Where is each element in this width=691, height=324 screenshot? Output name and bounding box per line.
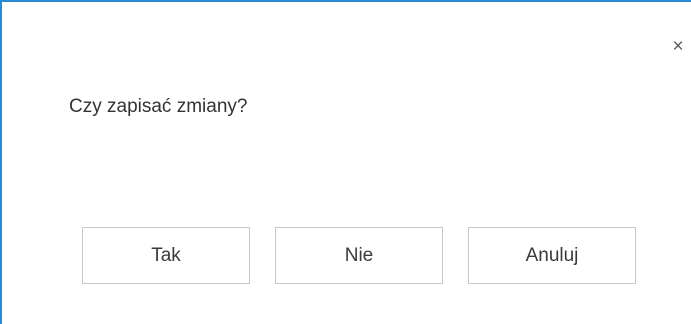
no-button[interactable]: Nie <box>275 227 443 284</box>
dialog-message: Czy zapisać zmiany? <box>69 96 248 117</box>
cancel-button[interactable]: Anuluj <box>468 227 636 284</box>
save-changes-dialog: × Czy zapisać zmiany? Tak Nie Anuluj <box>0 0 691 324</box>
close-icon[interactable]: × <box>667 35 689 57</box>
yes-button[interactable]: Tak <box>82 227 250 284</box>
